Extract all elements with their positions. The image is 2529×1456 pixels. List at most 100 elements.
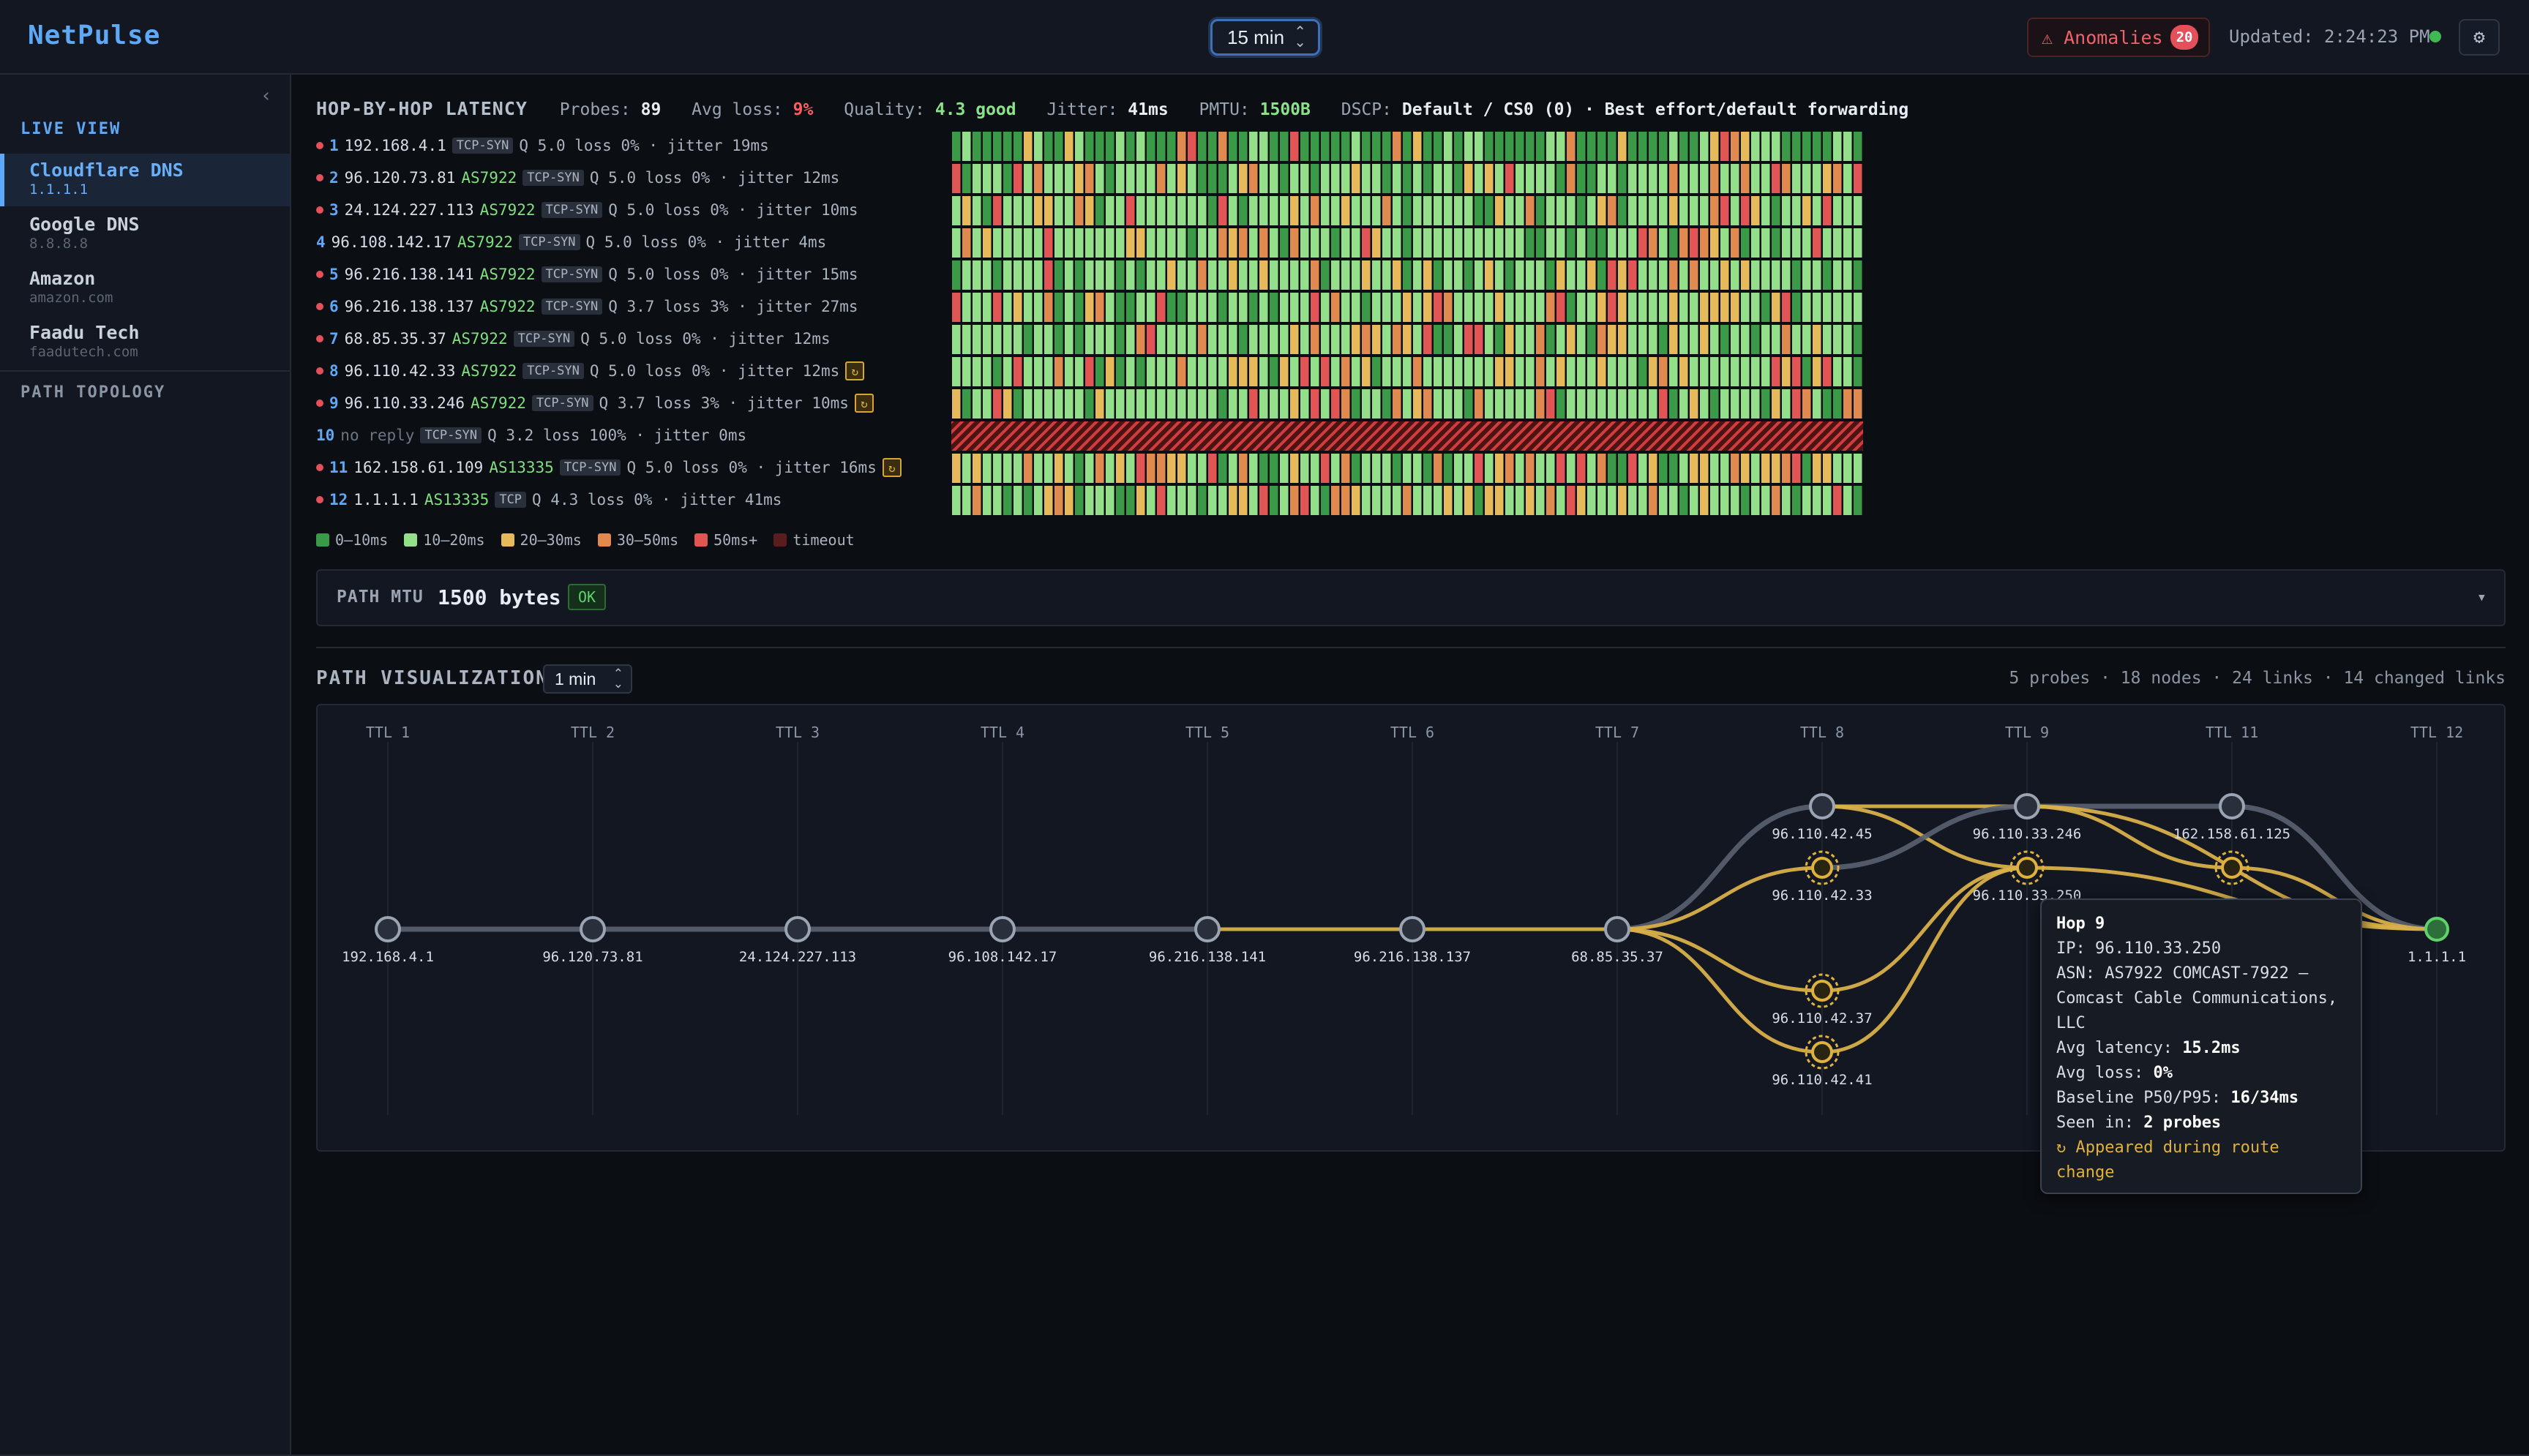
- heatmap-cell[interactable]: [973, 132, 981, 161]
- heatmap-cell[interactable]: [1597, 164, 1606, 193]
- heatmap-cell[interactable]: [1720, 260, 1729, 290]
- heatmap-cell[interactable]: [1823, 228, 1832, 258]
- heatmap-cell[interactable]: [1843, 260, 1852, 290]
- heatmap-cell[interactable]: [1710, 389, 1719, 419]
- heatmap-cell[interactable]: [1116, 132, 1125, 161]
- heatmap-cell[interactable]: [1485, 325, 1494, 354]
- heatmap-cell[interactable]: [1177, 486, 1186, 515]
- heatmap-cell[interactable]: [1208, 389, 1217, 419]
- heatmap-cell[interactable]: [1434, 260, 1442, 290]
- heatmap-cell[interactable]: [1075, 454, 1084, 483]
- heatmap-cell[interactable]: [1813, 260, 1821, 290]
- heatmap-cell[interactable]: [1382, 132, 1391, 161]
- heatmap-cell[interactable]: [1188, 325, 1196, 354]
- heatmap-cell[interactable]: [1710, 260, 1719, 290]
- heatmap-cell[interactable]: [1587, 389, 1596, 419]
- heatmap-cell[interactable]: [1208, 228, 1217, 258]
- heatmap-cell[interactable]: [1382, 454, 1391, 483]
- heatmap-cell[interactable]: [1208, 454, 1217, 483]
- heatmap-cell[interactable]: [1802, 389, 1811, 419]
- heatmap-cell[interactable]: [1229, 486, 1237, 515]
- heatmap-cell[interactable]: [1198, 325, 1207, 354]
- heatmap-cell[interactable]: [1218, 164, 1227, 193]
- heatmap-cell[interactable]: [1772, 454, 1780, 483]
- heatmap-cell[interactable]: [1188, 132, 1196, 161]
- heatmap-cell[interactable]: [1515, 293, 1524, 322]
- heatmap-cell[interactable]: [1290, 486, 1299, 515]
- heatmap-cell[interactable]: [962, 293, 971, 322]
- heatmap-cell[interactable]: [1526, 164, 1535, 193]
- heatmap-cell[interactable]: [1823, 293, 1832, 322]
- heatmap-cell[interactable]: [1065, 357, 1074, 386]
- heatmap-cell[interactable]: [1321, 357, 1330, 386]
- heatmap-cell[interactable]: [1505, 325, 1514, 354]
- heatmap-cell[interactable]: [1362, 357, 1371, 386]
- heatmap-cell[interactable]: [1833, 389, 1842, 419]
- heatmap-cell[interactable]: [1792, 454, 1801, 483]
- heatmap-cell[interactable]: [1085, 260, 1094, 290]
- heatmap-cell[interactable]: [1464, 454, 1473, 483]
- heatmap-cell[interactable]: [1444, 164, 1453, 193]
- heatmap-cell[interactable]: [983, 293, 992, 322]
- heatmap-cell[interactable]: [1597, 325, 1606, 354]
- heatmap-cell[interactable]: [973, 228, 981, 258]
- heatmap-cell[interactable]: [1147, 325, 1155, 354]
- heatmap-cell[interactable]: [1556, 325, 1565, 354]
- heatmap-cell[interactable]: [1085, 389, 1094, 419]
- heatmap-cell[interactable]: [1495, 325, 1504, 354]
- heatmap-cell[interactable]: [1659, 293, 1668, 322]
- heatmap-cell[interactable]: [1188, 454, 1196, 483]
- heatmap-cell[interactable]: [1014, 325, 1022, 354]
- sidebar-item-faadu-tech[interactable]: Faadu Tech faadutech.com: [0, 316, 290, 369]
- heatmap-cell[interactable]: [1741, 325, 1750, 354]
- heatmap-cell[interactable]: [1393, 293, 1401, 322]
- heatmap-cell[interactable]: [1475, 164, 1483, 193]
- heatmap-cell[interactable]: [1761, 164, 1770, 193]
- heatmap-cell[interactable]: [1126, 228, 1135, 258]
- heatmap-cell[interactable]: [1495, 389, 1504, 419]
- heatmap-cell[interactable]: [1556, 486, 1565, 515]
- heatmap-cell[interactable]: [1495, 228, 1504, 258]
- heatmap-cell[interactable]: [1536, 196, 1545, 225]
- heatmap-cell[interactable]: [1854, 293, 1862, 322]
- heatmap-cell[interactable]: [1403, 196, 1412, 225]
- heatmap-cell[interactable]: [1854, 357, 1862, 386]
- heatmap-cell[interactable]: [1802, 357, 1811, 386]
- heatmap-cell[interactable]: [1710, 132, 1719, 161]
- heatmap-cell[interactable]: [1454, 260, 1463, 290]
- heatmap-cell[interactable]: [1833, 454, 1842, 483]
- heatmap-cell[interactable]: [993, 454, 1002, 483]
- heatmap-cell[interactable]: [1300, 196, 1309, 225]
- heatmap-cell[interactable]: [1751, 196, 1760, 225]
- heatmap-cell[interactable]: [1403, 486, 1412, 515]
- heatmap-cell[interactable]: [1362, 228, 1371, 258]
- topology-node[interactable]: 96.120.73.81: [542, 916, 643, 965]
- heatmap-cell[interactable]: [1485, 293, 1494, 322]
- heatmap-cell[interactable]: [1321, 486, 1330, 515]
- heatmap-cell[interactable]: [1638, 164, 1647, 193]
- heatmap-cell[interactable]: [1075, 228, 1084, 258]
- heatmap-cell[interactable]: [1649, 164, 1657, 193]
- heatmap-cell[interactable]: [1608, 228, 1616, 258]
- heatmap-cell[interactable]: [983, 454, 992, 483]
- heatmap-cell[interactable]: [1116, 389, 1125, 419]
- heatmap-cell[interactable]: [1454, 486, 1463, 515]
- heatmap-cell[interactable]: [1515, 454, 1524, 483]
- heatmap-cell[interactable]: [1147, 357, 1155, 386]
- heatmap-cell[interactable]: [973, 486, 981, 515]
- heatmap-cell[interactable]: [1177, 260, 1186, 290]
- heatmap-cell[interactable]: [1280, 260, 1289, 290]
- heatmap-cell[interactable]: [1802, 454, 1811, 483]
- heatmap-cell[interactable]: [1690, 357, 1698, 386]
- heatmap-cell[interactable]: [1669, 454, 1678, 483]
- heatmap-cell[interactable]: [973, 357, 981, 386]
- heatmap-cell[interactable]: [1690, 486, 1698, 515]
- heatmap-cell[interactable]: [1034, 228, 1043, 258]
- heatmap-cell[interactable]: [1177, 228, 1186, 258]
- heatmap-cell[interactable]: [1136, 132, 1145, 161]
- heatmap-cell[interactable]: [1198, 357, 1207, 386]
- heatmap-cell[interactable]: [1454, 164, 1463, 193]
- sidebar-item-amazon[interactable]: Amazon amazon.com: [0, 262, 290, 315]
- heatmap-cell[interactable]: [1239, 196, 1248, 225]
- heatmap-cell[interactable]: [1259, 196, 1268, 225]
